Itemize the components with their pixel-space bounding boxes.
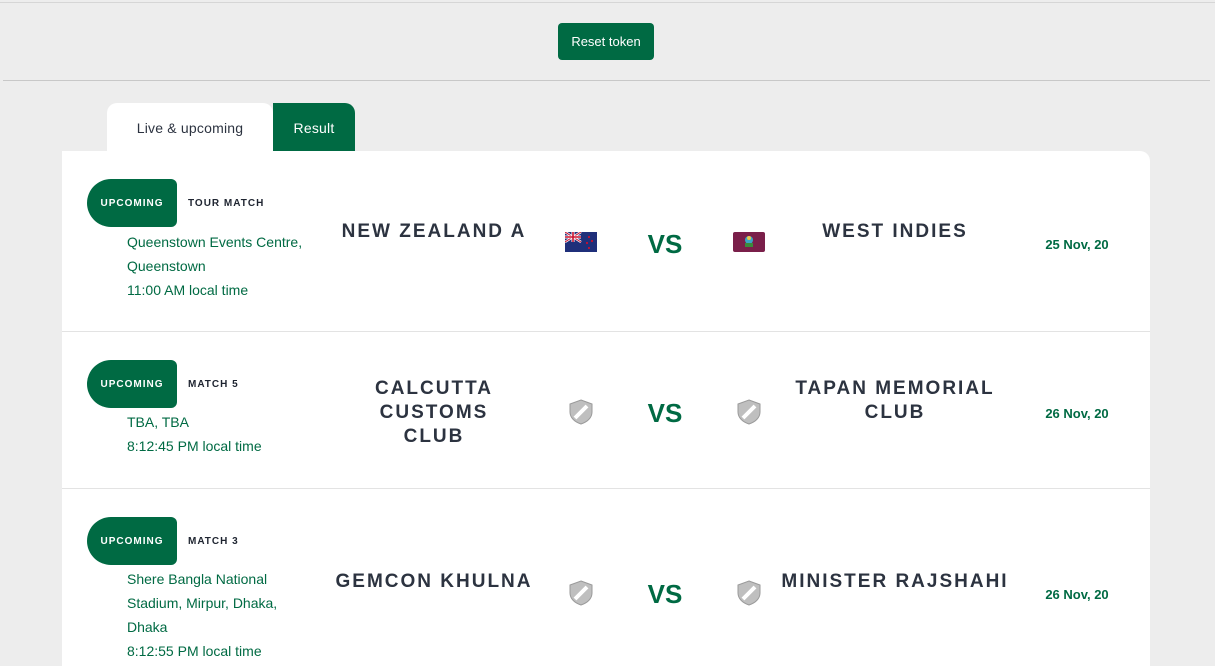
match-label: MATCH 5 (188, 379, 239, 390)
match-time: 8:12:45 PM local time (127, 438, 262, 454)
team-name: NEW ZEALAND A (341, 221, 527, 242)
match-label: TOUR MATCH (188, 198, 265, 209)
venue-line: Queenstown (127, 258, 206, 274)
venue-info: TBA, TBA 8:12:45 PM local time (127, 410, 317, 458)
shield-placeholder-icon (737, 580, 761, 606)
shield-placeholder-icon (569, 399, 593, 425)
venue-line: Dhaka (127, 619, 168, 635)
venue-info: Shere Bangla National Stadium, Mirpur, D… (127, 567, 317, 663)
match-label: MATCH 3 (188, 536, 239, 547)
status-badge: UPCOMING (87, 179, 177, 227)
versus-label: VS (647, 579, 683, 609)
toolbar: Reset token (0, 0, 1215, 80)
west-indies-flag-icon (733, 232, 765, 252)
team-home: NEW ZEALAND A (319, 220, 549, 244)
match-list: UPCOMING TOUR MATCH Queenstown Events Ce… (62, 151, 1150, 666)
status-badge: UPCOMING (87, 360, 177, 408)
tab-live-upcoming[interactable]: Live & upcoming (107, 103, 273, 152)
team-away: MINISTER RAJSHAHI (780, 570, 1010, 594)
venue-info: Queenstown Events Centre, Queenstown 11:… (127, 230, 317, 302)
team-away: TAPAN MEMORIAL CLUB (780, 377, 1010, 425)
new-zealand-flag-icon (565, 232, 597, 252)
versus-label: VS (647, 229, 683, 259)
team-name: CLUB (864, 402, 926, 423)
tab-result[interactable]: Result (273, 103, 355, 152)
team-name: MINISTER RAJSHAHI (781, 571, 1009, 592)
match-row[interactable]: UPCOMING MATCH 3 Shere Bangla National S… (62, 489, 1150, 666)
shield-placeholder-icon (737, 399, 761, 425)
match-date: 26 Nov, 20 (1045, 587, 1109, 602)
reset-token-button[interactable]: Reset token (558, 23, 654, 60)
match-time: 8:12:55 PM local time (127, 643, 262, 659)
match-date: 25 Nov, 20 (1045, 237, 1109, 252)
team-name: GEMCON KHULNA (335, 571, 533, 592)
team-name: WEST INDIES (822, 221, 968, 242)
status-badge: UPCOMING (87, 517, 177, 565)
match-row[interactable]: UPCOMING TOUR MATCH Queenstown Events Ce… (62, 151, 1150, 332)
shield-placeholder-icon (569, 580, 593, 606)
team-home: CALCUTTA CUSTOMS CLUB (319, 377, 549, 449)
match-row[interactable]: UPCOMING MATCH 5 TBA, TBA 8:12:45 PM loc… (62, 332, 1150, 489)
venue-line: TBA, TBA (127, 414, 189, 430)
match-date: 26 Nov, 20 (1045, 406, 1109, 421)
team-name: CALCUTTA CUSTOMS (374, 378, 493, 423)
team-away: WEST INDIES (780, 220, 1010, 244)
toolbar-divider (3, 80, 1210, 81)
venue-line: Queenstown Events Centre, (127, 234, 303, 250)
venue-line: Shere Bangla National (127, 571, 268, 587)
match-time: 11:00 AM local time (127, 282, 249, 298)
venue-line: Stadium, Mirpur, Dhaka, (127, 595, 278, 611)
team-name: CLUB (403, 426, 465, 447)
versus-label: VS (647, 398, 683, 428)
team-name: TAPAN MEMORIAL (795, 378, 995, 399)
team-home: GEMCON KHULNA (319, 570, 549, 594)
